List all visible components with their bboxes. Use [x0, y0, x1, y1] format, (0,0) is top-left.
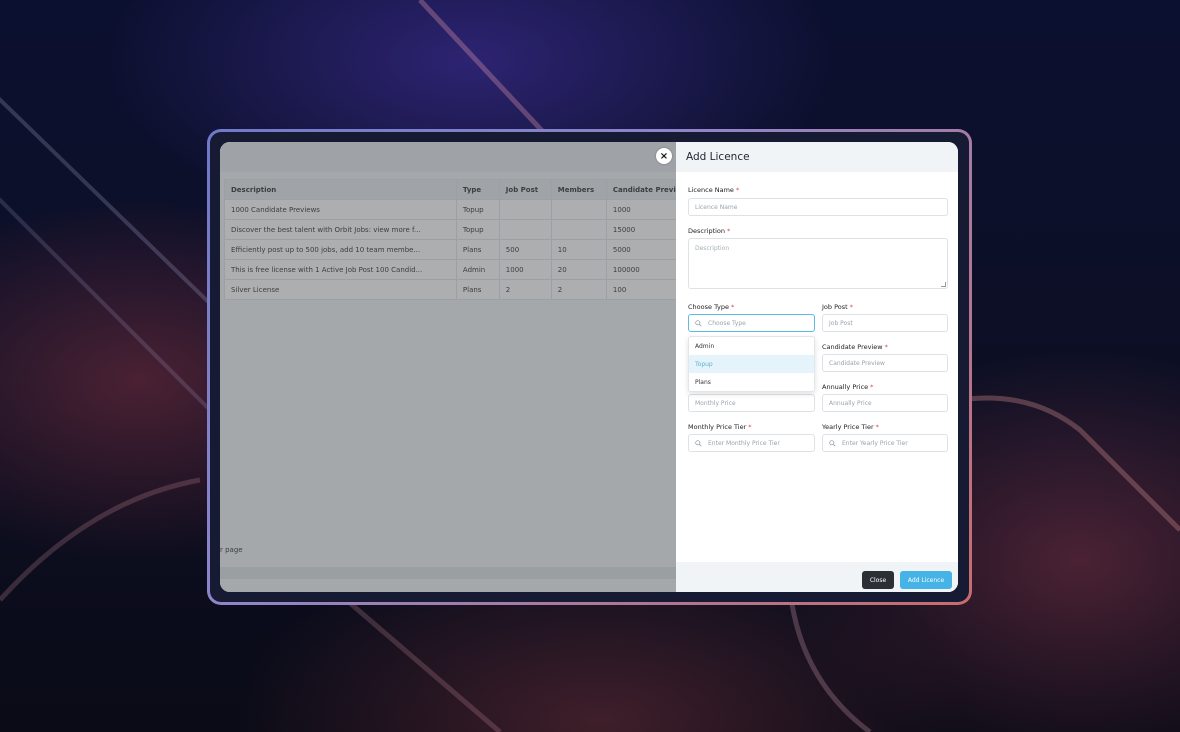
required-mark: *: [735, 186, 740, 194]
required-mark: *: [731, 303, 735, 311]
choose-type-select[interactable]: Choose Type: [688, 314, 815, 332]
app-screen: Description Type Job Post Members Candid…: [220, 142, 958, 592]
candidate-preview-input[interactable]: Candidate Preview: [822, 354, 948, 372]
choose-type-placeholder: Choose Type: [708, 319, 746, 327]
dropdown-option-admin[interactable]: Admin: [689, 337, 814, 355]
monthly-price-tier-label: Monthly Price Tier *: [688, 423, 752, 431]
required-mark: *: [748, 423, 752, 431]
yearly-price-tier-select[interactable]: Enter Yearly Price Tier: [822, 434, 948, 452]
required-mark: *: [870, 383, 874, 391]
resize-handle-icon[interactable]: [941, 282, 946, 287]
search-icon: [695, 320, 702, 327]
type-dropdown-menu: Admin Topup Plans: [688, 336, 815, 392]
annually-price-input[interactable]: Annually Price: [822, 394, 948, 412]
description-placeholder: Description: [695, 245, 730, 252]
modal-backdrop[interactable]: [220, 142, 676, 592]
yearly-price-tier-placeholder: Enter Yearly Price Tier: [842, 439, 908, 447]
required-mark: *: [849, 303, 853, 311]
panel-title: Add Licence: [676, 142, 958, 172]
add-licence-button[interactable]: Add Licence: [900, 571, 952, 589]
dropdown-option-plans[interactable]: Plans: [689, 373, 814, 391]
required-mark: *: [875, 423, 879, 431]
required-mark: *: [884, 343, 888, 351]
add-licence-panel: Add Licence Licence Name * Licence Name D…: [676, 142, 958, 592]
close-button[interactable]: Close: [862, 571, 894, 589]
monthly-price-tier-placeholder: Enter Monthly Price Tier: [708, 439, 780, 447]
job-post-input[interactable]: Job Post: [822, 314, 948, 332]
required-mark: *: [727, 227, 731, 235]
yearly-price-tier-label: Yearly Price Tier *: [822, 423, 879, 431]
monthly-price-tier-select[interactable]: Enter Monthly Price Tier: [688, 434, 815, 452]
annually-price-label: Annually Price *: [822, 383, 874, 391]
candidate-preview-label: Candidate Preview *: [822, 343, 888, 351]
licence-name-label: Licence Name *: [688, 186, 740, 194]
licence-name-input[interactable]: Licence Name: [688, 198, 948, 216]
description-textarea[interactable]: Description: [688, 238, 948, 289]
monthly-price-input[interactable]: Monthly Price: [688, 394, 815, 412]
search-icon: [695, 440, 702, 447]
close-icon[interactable]: ×: [656, 148, 672, 164]
dropdown-option-topup[interactable]: Topup: [689, 355, 814, 373]
choose-type-label: Choose Type *: [688, 303, 735, 311]
search-icon: [829, 440, 836, 447]
job-post-label: Job Post *: [822, 303, 853, 311]
description-label: Description *: [688, 227, 731, 235]
